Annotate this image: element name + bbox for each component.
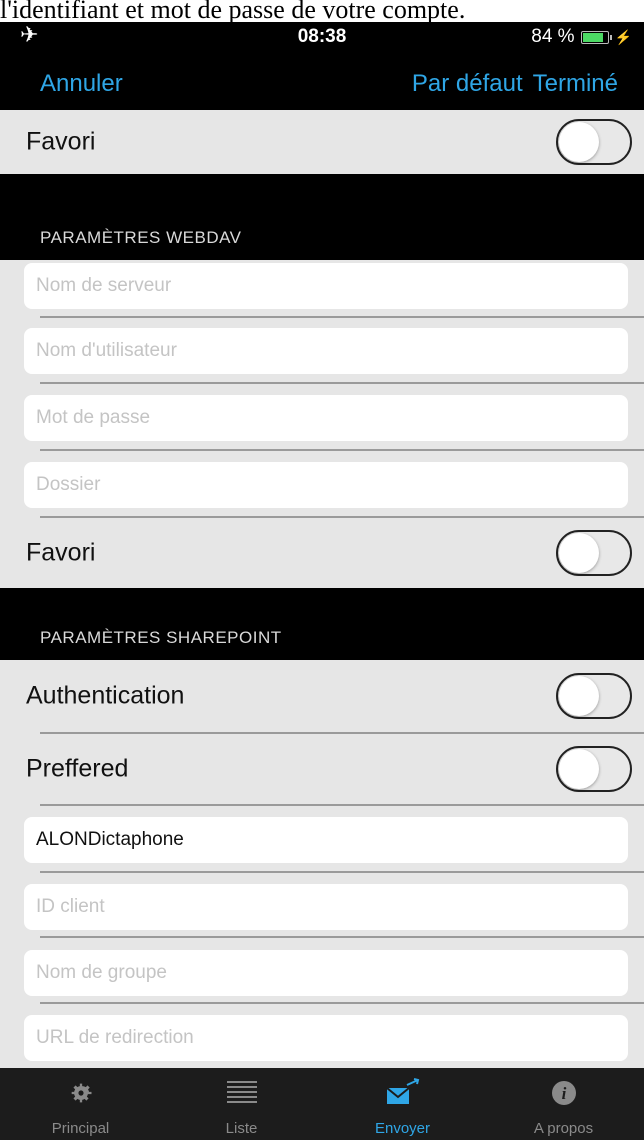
- preferred-label: Preffered: [26, 754, 129, 783]
- sharepoint-client-id-input[interactable]: ID client: [24, 884, 628, 930]
- webdav-favorite-toggle[interactable]: [556, 530, 632, 576]
- section-header-webdav: PARAMÈTRES WEBDAV: [0, 174, 644, 260]
- done-button[interactable]: Terminé: [533, 70, 618, 98]
- settings-form: Favori PARAMÈTRES WEBDAV Nom de serveur …: [0, 110, 644, 1068]
- webdav-favorite-row: Favori: [0, 518, 644, 588]
- preferred-row: Preffered: [0, 734, 644, 804]
- battery-indicator: 84 % ⚡: [531, 26, 632, 48]
- tab-apropos[interactable]: i A propos: [483, 1068, 644, 1140]
- favorite-row: Favori: [0, 110, 644, 174]
- caption-text: l'identifiant et mot de passe de votre c…: [0, 0, 644, 22]
- favorite-toggle[interactable]: [556, 119, 632, 165]
- tab-liste[interactable]: Liste: [161, 1068, 322, 1140]
- authentication-row: Authentication: [0, 660, 644, 732]
- send-mail-icon: [322, 1076, 483, 1110]
- preferred-toggle[interactable]: [556, 746, 632, 792]
- tab-bar: Principal Liste Envoyer i A propos: [0, 1068, 644, 1140]
- separator: [40, 871, 644, 873]
- favorite-label: Favori: [26, 127, 96, 156]
- separator: [40, 316, 644, 318]
- charging-icon: ⚡: [614, 28, 632, 45]
- gear-icon: [0, 1076, 161, 1110]
- webdav-favorite-label: Favori: [26, 538, 96, 567]
- battery-icon: [580, 30, 612, 44]
- separator: [40, 804, 644, 806]
- info-icon: i: [483, 1076, 644, 1110]
- webdav-password-input[interactable]: Mot de passe: [24, 395, 628, 441]
- separator: [40, 382, 644, 384]
- sharepoint-group-input[interactable]: Nom de groupe: [24, 950, 628, 996]
- authentication-toggle[interactable]: [556, 673, 632, 719]
- tab-envoyer[interactable]: Envoyer: [322, 1068, 483, 1140]
- separator: [40, 1002, 644, 1004]
- separator: [40, 936, 644, 938]
- navigation-bar: Annuler Par défaut Terminé: [0, 54, 644, 110]
- sharepoint-redirect-url-input[interactable]: URL de redirection: [24, 1015, 628, 1061]
- authentication-label: Authentication: [26, 681, 185, 710]
- status-bar: ✈ 08:38 84 % ⚡: [0, 20, 644, 54]
- list-icon: [161, 1076, 322, 1110]
- section-header-sharepoint: PARAMÈTRES SHAREPOINT: [0, 588, 644, 660]
- separator: [40, 449, 644, 451]
- sharepoint-app-name-input[interactable]: ALONDictaphone: [24, 817, 628, 863]
- battery-percent: 84 %: [531, 26, 575, 47]
- webdav-server-input[interactable]: Nom de serveur: [24, 263, 628, 309]
- tab-principal[interactable]: Principal: [0, 1068, 161, 1140]
- cancel-button[interactable]: Annuler: [40, 70, 123, 98]
- webdav-username-input[interactable]: Nom d'utilisateur: [24, 328, 628, 374]
- svg-text:i: i: [561, 1084, 566, 1103]
- default-button[interactable]: Par défaut: [412, 70, 523, 98]
- webdav-folder-input[interactable]: Dossier: [24, 462, 628, 508]
